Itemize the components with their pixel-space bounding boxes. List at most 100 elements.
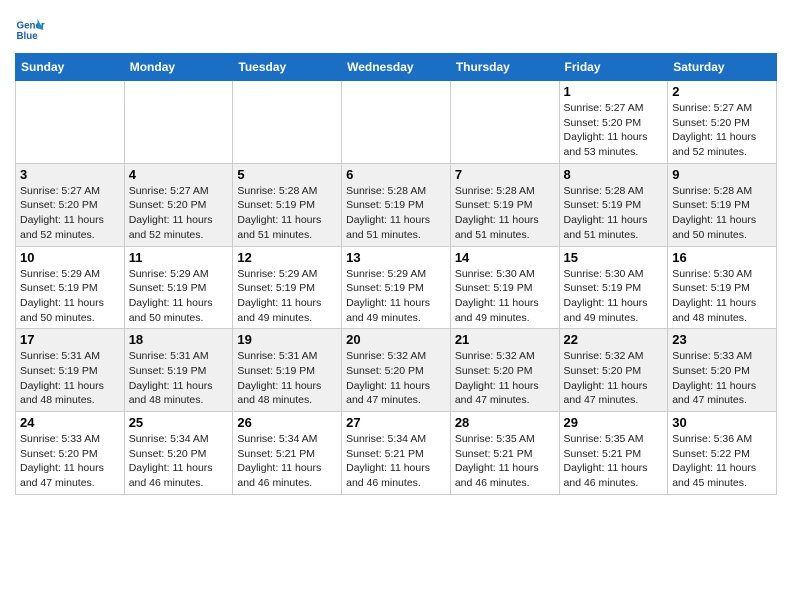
day-info: Sunrise: 5:28 AM Sunset: 5:19 PM Dayligh… — [455, 184, 555, 243]
day-info: Sunrise: 5:34 AM Sunset: 5:21 PM Dayligh… — [346, 432, 446, 491]
day-number: 10 — [20, 250, 120, 265]
calendar-week-row: 1 Sunrise: 5:27 AM Sunset: 5:20 PM Daylig… — [16, 81, 777, 164]
calendar-cell: 19Sunrise: 5:31 AM Sunset: 5:19 PM Dayli… — [233, 329, 342, 412]
calendar-cell: 23 Sunrise: 5:33 AM Sunset: 5:20 PM Dayli… — [668, 329, 777, 412]
day-info: Sunrise: 5:33 AM Sunset: 5:20 PM Dayligh… — [20, 432, 120, 491]
day-number: 15 — [564, 250, 664, 265]
calendar-cell: 20Sunrise: 5:32 AM Sunset: 5:20 PM Dayli… — [342, 329, 451, 412]
day-number: 16 — [672, 250, 772, 265]
day-number: 5 — [237, 167, 337, 182]
day-number: 29 — [564, 415, 664, 430]
calendar-week-row: 17 Sunrise: 5:31 AM Sunset: 5:19 PM Dayli… — [16, 329, 777, 412]
day-info: Sunrise: 5:28 AM Sunset: 5:19 PM Dayligh… — [346, 184, 446, 243]
page-header: General Blue — [15, 15, 777, 45]
calendar-cell — [450, 81, 559, 164]
calendar-cell: 27 Sunrise: 5:34 AM Sunset: 5:21 PM Dayli… — [342, 412, 451, 495]
calendar-week-row: 24 Sunrise: 5:33 AM Sunset: 5:20 PM Dayli… — [16, 412, 777, 495]
calendar-cell: 17 Sunrise: 5:31 AM Sunset: 5:19 PM Dayli… — [16, 329, 125, 412]
day-info: Sunrise: 5:32 AM Sunset: 5:20 PM Dayligh… — [455, 349, 555, 408]
day-info: Sunrise: 5:28 AM Sunset: 5:19 PM Dayligh… — [564, 184, 664, 243]
day-number: 14 — [455, 250, 555, 265]
calendar-cell: 24 Sunrise: 5:33 AM Sunset: 5:20 PM Dayli… — [16, 412, 125, 495]
calendar-cell: 6 Sunrise: 5:28 AM Sunset: 5:19 PM Daylig… — [342, 163, 451, 246]
day-number: 2 — [672, 84, 772, 99]
calendar-cell: 12 Sunrise: 5:29 AM Sunset: 5:19 PM Dayli… — [233, 246, 342, 329]
day-info: Sunrise: 5:35 AM Sunset: 5:21 PM Dayligh… — [564, 432, 664, 491]
day-info: Sunrise: 5:28 AM Sunset: 5:19 PM Dayligh… — [237, 184, 337, 243]
col-header-friday: Friday — [559, 54, 668, 81]
col-header-monday: Monday — [124, 54, 233, 81]
day-number: 3 — [20, 167, 120, 182]
day-info: Sunrise: 5:30 AM Sunset: 5:19 PM Dayligh… — [564, 267, 664, 326]
day-number: 1 — [564, 84, 664, 99]
day-info: Sunrise: 5:29 AM Sunset: 5:19 PM Dayligh… — [237, 267, 337, 326]
day-info: Sunrise: 5:29 AM Sunset: 5:19 PM Dayligh… — [346, 267, 446, 326]
calendar-cell: 26 Sunrise: 5:34 AM Sunset: 5:21 PM Dayli… — [233, 412, 342, 495]
calendar-cell: 14 Sunrise: 5:30 AM Sunset: 5:19 PM Dayli… — [450, 246, 559, 329]
calendar-cell: 9 Sunrise: 5:28 AM Sunset: 5:19 PM Daylig… — [668, 163, 777, 246]
calendar-cell — [233, 81, 342, 164]
day-info: Sunrise: 5:33 AM Sunset: 5:20 PM Dayligh… — [672, 349, 772, 408]
day-info: Sunrise: 5:34 AM Sunset: 5:21 PM Dayligh… — [237, 432, 337, 491]
day-number: 20 — [346, 332, 446, 347]
col-header-tuesday: Tuesday — [233, 54, 342, 81]
day-info: Sunrise: 5:27 AM Sunset: 5:20 PM Dayligh… — [20, 184, 120, 243]
day-number: 30 — [672, 415, 772, 430]
day-info: Sunrise: 5:27 AM Sunset: 5:20 PM Dayligh… — [564, 101, 664, 160]
calendar-cell: 25 Sunrise: 5:34 AM Sunset: 5:20 PM Dayli… — [124, 412, 233, 495]
day-info: Sunrise: 5:35 AM Sunset: 5:21 PM Dayligh… — [455, 432, 555, 491]
day-info: Sunrise: 5:29 AM Sunset: 5:19 PM Dayligh… — [20, 267, 120, 326]
day-number: 17 — [20, 332, 120, 347]
day-number: 25 — [129, 415, 229, 430]
day-info: Sunrise: 5:32 AM Sunset: 5:20 PM Dayligh… — [564, 349, 664, 408]
col-header-wednesday: Wednesday — [342, 54, 451, 81]
day-number: 12 — [237, 250, 337, 265]
day-number: 13 — [346, 250, 446, 265]
day-info: Sunrise: 5:31 AM Sunset: 5:19 PM Dayligh… — [129, 349, 229, 408]
day-info: Sunrise: 5:29 AM Sunset: 5:19 PM Dayligh… — [129, 267, 229, 326]
calendar-cell: 11 Sunrise: 5:29 AM Sunset: 5:19 PM Dayli… — [124, 246, 233, 329]
calendar-cell: 29 Sunrise: 5:35 AM Sunset: 5:21 PM Dayli… — [559, 412, 668, 495]
day-number: 6 — [346, 167, 446, 182]
day-info: Sunrise: 5:31 AM Sunset: 5:19 PM Dayligh… — [237, 349, 337, 408]
calendar-cell: 21Sunrise: 5:32 AM Sunset: 5:20 PM Dayli… — [450, 329, 559, 412]
day-info: Sunrise: 5:30 AM Sunset: 5:19 PM Dayligh… — [672, 267, 772, 326]
calendar-cell: 7Sunrise: 5:28 AM Sunset: 5:19 PM Daylig… — [450, 163, 559, 246]
calendar-week-row: 10 Sunrise: 5:29 AM Sunset: 5:19 PM Dayli… — [16, 246, 777, 329]
day-number: 18 — [129, 332, 229, 347]
calendar-table: SundayMondayTuesdayWednesdayThursdayFrid… — [15, 53, 777, 495]
calendar-cell: 4Sunrise: 5:27 AM Sunset: 5:20 PM Daylig… — [124, 163, 233, 246]
calendar-cell: 30 Sunrise: 5:36 AM Sunset: 5:22 PM Dayli… — [668, 412, 777, 495]
day-number: 11 — [129, 250, 229, 265]
calendar-header-row: SundayMondayTuesdayWednesdayThursdayFrid… — [16, 54, 777, 81]
day-info: Sunrise: 5:27 AM Sunset: 5:20 PM Dayligh… — [129, 184, 229, 243]
logo: General Blue — [15, 15, 45, 45]
calendar-cell: 22Sunrise: 5:32 AM Sunset: 5:20 PM Dayli… — [559, 329, 668, 412]
calendar-week-row: 3 Sunrise: 5:27 AM Sunset: 5:20 PM Daylig… — [16, 163, 777, 246]
calendar-cell — [124, 81, 233, 164]
day-info: Sunrise: 5:27 AM Sunset: 5:20 PM Dayligh… — [672, 101, 772, 160]
calendar-cell: 3 Sunrise: 5:27 AM Sunset: 5:20 PM Daylig… — [16, 163, 125, 246]
calendar-cell: 10 Sunrise: 5:29 AM Sunset: 5:19 PM Dayli… — [16, 246, 125, 329]
calendar-cell: 13 Sunrise: 5:29 AM Sunset: 5:19 PM Dayli… — [342, 246, 451, 329]
day-info: Sunrise: 5:36 AM Sunset: 5:22 PM Dayligh… — [672, 432, 772, 491]
calendar-cell: 15 Sunrise: 5:30 AM Sunset: 5:19 PM Dayli… — [559, 246, 668, 329]
calendar-cell: 2 Sunrise: 5:27 AM Sunset: 5:20 PM Daylig… — [668, 81, 777, 164]
day-number: 28 — [455, 415, 555, 430]
day-number: 9 — [672, 167, 772, 182]
calendar-cell — [342, 81, 451, 164]
day-number: 27 — [346, 415, 446, 430]
calendar-cell: 5 Sunrise: 5:28 AM Sunset: 5:19 PM Daylig… — [233, 163, 342, 246]
day-number: 23 — [672, 332, 772, 347]
calendar-cell: 1 Sunrise: 5:27 AM Sunset: 5:20 PM Daylig… — [559, 81, 668, 164]
day-number: 26 — [237, 415, 337, 430]
day-info: Sunrise: 5:28 AM Sunset: 5:19 PM Dayligh… — [672, 184, 772, 243]
day-number: 8 — [564, 167, 664, 182]
day-info: Sunrise: 5:34 AM Sunset: 5:20 PM Dayligh… — [129, 432, 229, 491]
col-header-sunday: Sunday — [16, 54, 125, 81]
day-info: Sunrise: 5:30 AM Sunset: 5:19 PM Dayligh… — [455, 267, 555, 326]
day-number: 24 — [20, 415, 120, 430]
day-info: Sunrise: 5:31 AM Sunset: 5:19 PM Dayligh… — [20, 349, 120, 408]
calendar-cell: 18 Sunrise: 5:31 AM Sunset: 5:19 PM Dayli… — [124, 329, 233, 412]
col-header-thursday: Thursday — [450, 54, 559, 81]
